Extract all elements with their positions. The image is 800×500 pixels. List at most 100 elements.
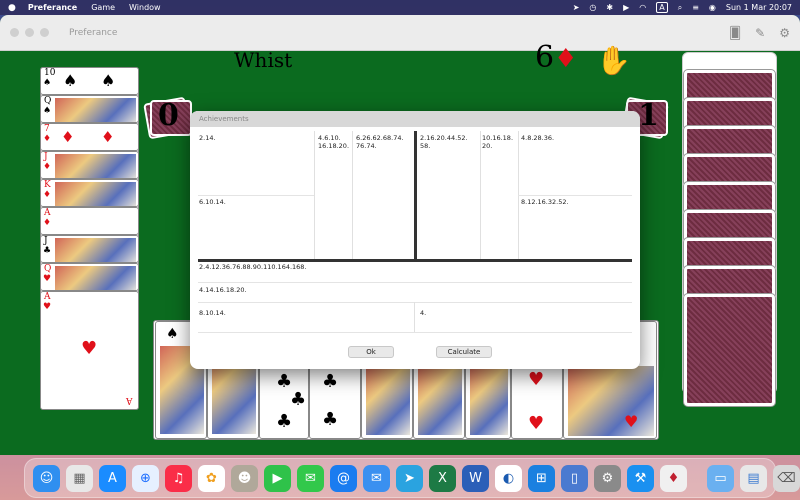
hand-icon[interactable]: ✋ bbox=[596, 44, 631, 77]
card-face-c[interactable] bbox=[361, 360, 413, 439]
jack-face-illustration bbox=[55, 154, 136, 178]
club-pip-icon: ♣ bbox=[276, 411, 293, 432]
card-clubs-b[interactable]: ♣ ♣ bbox=[309, 360, 361, 439]
edge-icon[interactable]: ◐ bbox=[495, 464, 522, 492]
photos-icon[interactable]: ✿ bbox=[198, 464, 225, 492]
club-pip-icon: ♣ bbox=[322, 409, 339, 430]
card-10-spades[interactable]: 10 ♠ ♠ ♠ bbox=[40, 67, 139, 95]
preview-icon[interactable]: ▤ bbox=[740, 464, 767, 492]
apple-menu-icon[interactable]: ● bbox=[8, 3, 16, 13]
grid-divider bbox=[198, 282, 632, 283]
queen-face-illustration bbox=[55, 98, 136, 122]
music-icon[interactable]: ♫ bbox=[165, 464, 192, 492]
system-settings-icon[interactable]: ⚙ bbox=[594, 464, 621, 492]
wifi-icon[interactable]: ◠ bbox=[639, 3, 646, 12]
clock-history-icon[interactable]: ◷ bbox=[589, 3, 596, 12]
messages-icon[interactable]: ✉ bbox=[297, 464, 324, 492]
ok-button[interactable]: Ok bbox=[348, 346, 394, 358]
zoom-window-button[interactable] bbox=[40, 28, 49, 37]
grid-divider bbox=[198, 195, 314, 196]
card-rank: Q bbox=[44, 264, 52, 274]
close-window-button[interactable] bbox=[10, 28, 19, 37]
achievement-cell: 8.10.14. bbox=[199, 309, 226, 317]
face-card-illustration bbox=[418, 365, 462, 435]
play-icon[interactable]: ▶ bbox=[623, 3, 629, 12]
card-rank: 7 bbox=[44, 124, 50, 134]
minimize-window-button[interactable] bbox=[25, 28, 34, 37]
king-face-illustration bbox=[568, 366, 654, 436]
heart-pip-icon: ♥ bbox=[528, 369, 545, 390]
trash-icon[interactable]: ⌫ bbox=[773, 464, 800, 492]
left-trick-count: 0 bbox=[158, 98, 179, 133]
card-ace-hearts[interactable]: A ♥ ♥ A bbox=[40, 291, 139, 410]
bluetooth-icon[interactable]: ✱ bbox=[606, 3, 613, 12]
calculate-button[interactable]: Calculate bbox=[436, 346, 492, 358]
card-suit: ♠ bbox=[43, 78, 52, 88]
safari-icon[interactable]: ⊕ bbox=[132, 464, 159, 492]
menu-clock[interactable]: Sun 1 Mar 20:07 bbox=[726, 3, 792, 12]
mail-icon[interactable]: ✉ bbox=[363, 464, 390, 492]
card-face-e[interactable] bbox=[465, 360, 511, 439]
contract-bid: 6♦ bbox=[535, 40, 577, 75]
downloads-folder-icon[interactable]: ▭ bbox=[707, 464, 734, 492]
achievement-cell: 2.14. bbox=[199, 134, 216, 142]
card-king-diamonds[interactable]: K ♦ bbox=[40, 179, 139, 207]
card-rank: 10 bbox=[44, 68, 56, 78]
diamond-pip-icon: ♦ bbox=[61, 128, 75, 146]
card-corner-rank: A bbox=[125, 395, 133, 405]
app-store-icon[interactable]: A bbox=[99, 464, 126, 492]
finder-icon[interactable]: ☺ bbox=[33, 464, 60, 492]
king-face-illustration bbox=[55, 182, 136, 206]
grid-divider bbox=[198, 332, 632, 333]
card-hearts[interactable]: ♥ ♥ bbox=[511, 360, 563, 439]
achievement-cell: 4. bbox=[420, 309, 427, 317]
grid-divider bbox=[480, 131, 481, 259]
achievement-cell: 4.8.28.36. bbox=[521, 134, 555, 142]
achievement-cell: 2.16.20.44.52. 58. bbox=[420, 134, 468, 150]
contacts-icon[interactable]: ☻ bbox=[231, 464, 258, 492]
card-suit: ♦ bbox=[43, 218, 52, 228]
gear-icon[interactable]: ⚙ bbox=[779, 26, 790, 40]
word-icon[interactable]: W bbox=[462, 464, 489, 492]
cards-toolbar-icon[interactable]: 🂠 bbox=[729, 26, 741, 40]
bid-value: 6 bbox=[535, 40, 555, 75]
menu-app-name[interactable]: Preferance bbox=[28, 3, 77, 12]
excel-icon[interactable]: X bbox=[429, 464, 456, 492]
xcode-icon[interactable]: ⚒ bbox=[627, 464, 654, 492]
edit-icon[interactable]: ✎ bbox=[755, 26, 765, 40]
club-pip-icon: ♣ bbox=[290, 389, 307, 410]
preferance-app-icon[interactable]: ♦ bbox=[660, 464, 687, 492]
at-mail-icon[interactable]: @ bbox=[330, 464, 357, 492]
control-center-icon[interactable]: ≡ bbox=[692, 3, 699, 12]
input-source-indicator[interactable]: A bbox=[656, 2, 668, 13]
card-suit: ♦ bbox=[43, 134, 52, 144]
launchpad-icon[interactable]: ▦ bbox=[66, 464, 93, 492]
card-suit: ♠ bbox=[43, 106, 52, 116]
card-7-diamonds[interactable]: 7 ♦ ♦ ♦ bbox=[40, 123, 139, 151]
heart-pip-icon: ♥ bbox=[528, 413, 545, 434]
card-clubs-a[interactable]: ♣ ♣ ♣ bbox=[259, 360, 309, 439]
menu-item-window[interactable]: Window bbox=[129, 3, 161, 12]
windows-app-icon[interactable]: ⊞ bbox=[528, 464, 555, 492]
telegram-icon[interactable]: ➤ bbox=[396, 464, 423, 492]
achievement-cell: 4.6.10. 16.18.20. bbox=[318, 134, 350, 150]
card-queen-hearts[interactable]: Q ♥ bbox=[40, 263, 139, 291]
card-jack-diamonds[interactable]: J ♦ bbox=[40, 151, 139, 179]
simulator-icon[interactable]: ▯ bbox=[561, 464, 588, 492]
search-icon[interactable]: ⌕ bbox=[678, 3, 682, 13]
jack-face-illustration bbox=[55, 238, 136, 262]
menu-item-game[interactable]: Game bbox=[91, 3, 115, 12]
location-arrow-icon[interactable]: ➤ bbox=[573, 3, 580, 12]
card-jack-clubs[interactable]: J ♣ bbox=[40, 235, 139, 263]
card-suit: ♠ bbox=[166, 326, 179, 342]
siri-icon[interactable]: ◉ bbox=[709, 3, 716, 12]
card-back[interactable] bbox=[684, 294, 775, 406]
heart-pip-icon: ♥ bbox=[81, 338, 98, 359]
dock: ☺ ▦ A ⊕ ♫ ✿ ☻ ▶ ✉ @ ✉ ➤ X W ◐ ⊞ ▯ ⚙ ⚒ ♦ … bbox=[24, 458, 800, 498]
window-titlebar: Preferance 🂠 ✎ ⚙ bbox=[0, 15, 800, 51]
achievements-grid: 2.14. 4.6.10. 16.18.20. 6.26.62.68.74. 7… bbox=[198, 131, 632, 333]
facetime-icon[interactable]: ▶ bbox=[264, 464, 291, 492]
card-face-d[interactable] bbox=[413, 360, 465, 439]
card-queen-spades[interactable]: Q ♠ bbox=[40, 95, 139, 123]
card-ace-diamonds[interactable]: A ♦ bbox=[40, 207, 139, 235]
